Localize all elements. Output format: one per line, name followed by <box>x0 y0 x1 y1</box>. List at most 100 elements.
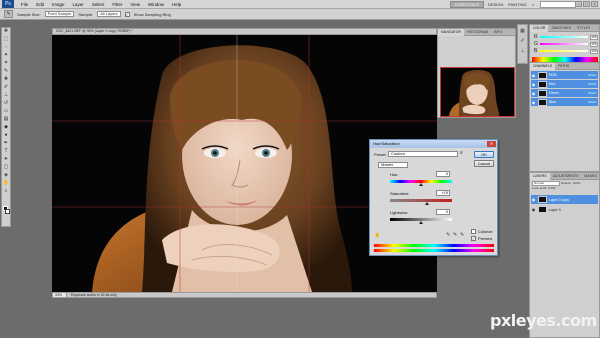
blue-value[interactable]: 255 <box>590 48 598 54</box>
document-tab[interactable]: DSC_4621.NEF @ 33% (Layer 0 copy, RGB/8*… <box>52 28 437 35</box>
history-brush-icon[interactable]: ↺ <box>2 100 10 107</box>
tab-navigator[interactable]: NAVIGATOR <box>438 28 465 36</box>
menu-file[interactable]: File <box>17 0 32 9</box>
eyedropper-tool-icon[interactable]: ✎ <box>4 10 13 18</box>
red-value[interactable]: 255 <box>590 34 598 40</box>
show-sampling-ring-checkbox[interactable]: ✓ <box>124 11 130 17</box>
brush-presets-icon[interactable]: ✐ <box>518 37 527 45</box>
dodge-tool-icon[interactable]: ● <box>2 132 10 139</box>
histogram-icon[interactable]: ▦ <box>518 27 527 35</box>
tab-channels[interactable]: CHANNELS <box>530 62 556 70</box>
saturation-slider[interactable] <box>390 199 452 202</box>
tab-masks[interactable]: MASKS <box>581 173 599 180</box>
eyedropper-icon[interactable]: ✎ <box>446 232 450 238</box>
eraser-tool-icon[interactable]: ▭ <box>2 108 10 115</box>
menu-view[interactable]: View <box>126 0 144 9</box>
opacity-value[interactable]: 100% <box>573 181 581 185</box>
hand-tool-icon[interactable]: ✋ <box>2 180 10 187</box>
move-tool-icon[interactable]: ✥ <box>2 28 10 35</box>
tab-adjustments[interactable]: ADJUSTMENTS <box>550 173 582 180</box>
crop-tool-icon[interactable]: ⌗ <box>2 60 10 67</box>
clone-source-icon[interactable]: ⊥ <box>518 47 527 55</box>
channel-row-green[interactable]: ◉ Green Ctrl+4 <box>531 89 598 97</box>
saturation-slider-knob[interactable] <box>425 202 429 205</box>
targeted-adjustment-icon[interactable]: ☝ <box>374 232 380 238</box>
preset-options-icon[interactable]: ≡ <box>460 150 463 156</box>
3d-tool-icon[interactable]: ◈ <box>2 172 10 179</box>
close-icon[interactable]: ✕ <box>487 141 496 147</box>
menu-edit[interactable]: Edit <box>32 0 48 9</box>
blue-slider[interactable] <box>539 50 588 52</box>
preset-select[interactable]: Custom <box>388 151 458 157</box>
zoom-level[interactable]: 33% <box>53 293 67 297</box>
cancel-button[interactable]: Cancel <box>474 160 494 167</box>
workspace-more[interactable]: » <box>532 0 534 9</box>
menu-help[interactable]: Help <box>168 0 185 9</box>
channel-row-rgb[interactable]: ◉ RGB Ctrl+2 <box>531 71 598 79</box>
sample-size-select[interactable]: Point Sample <box>44 11 75 17</box>
workspace-design[interactable]: DESIGN <box>488 0 503 9</box>
hue-slider-knob[interactable] <box>419 183 423 186</box>
eyedropper-icon[interactable]: ✎ <box>2 68 10 75</box>
red-slider[interactable] <box>539 36 588 38</box>
channel-select[interactable]: Master <box>378 162 408 168</box>
zoom-tool-icon[interactable]: ⌕ <box>2 188 10 195</box>
tab-styles[interactable]: STYLES <box>574 25 593 32</box>
marquee-tool-icon[interactable]: ⬚ <box>2 36 10 43</box>
layer-name[interactable]: Layer 0 <box>549 208 598 212</box>
brush-tool-icon[interactable]: ✐ <box>2 84 10 91</box>
dialog-title-bar[interactable]: Hue/Saturation ✕ <box>370 140 497 148</box>
path-select-icon[interactable]: ➤ <box>2 156 10 163</box>
layer-name[interactable]: Layer 0 copy <box>549 198 598 202</box>
fill-value[interactable]: 100% <box>548 186 556 190</box>
shape-tool-icon[interactable]: ▢ <box>2 164 10 171</box>
hue-input[interactable]: 0 <box>436 171 450 177</box>
minimize-button[interactable]: – <box>575 1 582 7</box>
eyedropper-minus-icon[interactable]: ✎ <box>460 232 464 238</box>
preview-checkbox[interactable]: ✓ <box>471 236 476 241</box>
menu-image[interactable]: Image <box>48 0 69 9</box>
eye-icon[interactable]: ◉ <box>531 82 536 87</box>
layer-row-layer-0[interactable]: ◉ Layer 0 <box>531 205 598 214</box>
menu-filter[interactable]: Filter <box>108 0 126 9</box>
menu-select[interactable]: Select <box>88 0 109 9</box>
lightness-input[interactable]: 0 <box>436 209 450 215</box>
lasso-tool-icon[interactable]: ◌ <box>2 44 10 51</box>
layer-row-layer-0-copy[interactable]: ◉ Layer 0 copy <box>531 195 598 204</box>
eye-icon[interactable]: ◉ <box>531 100 536 105</box>
menu-window[interactable]: Window <box>144 0 168 9</box>
eyedropper-plus-icon[interactable]: ✎ <box>453 232 457 238</box>
tab-histogram[interactable]: HISTOGRAM <box>464 29 491 36</box>
navigator-thumbnail[interactable] <box>440 67 515 117</box>
clone-stamp-icon[interactable]: ⊥ <box>2 92 10 99</box>
healing-brush-icon[interactable]: ✚ <box>2 76 10 83</box>
cs-live-search[interactable] <box>540 1 576 8</box>
colorize-checkbox[interactable] <box>471 229 476 234</box>
tab-info[interactable]: INFO <box>491 29 505 36</box>
menu-layer[interactable]: Layer <box>69 0 88 9</box>
pen-tool-icon[interactable]: ✒ <box>2 140 10 147</box>
tab-swatches[interactable]: SWATCHES <box>548 25 573 32</box>
tab-paths[interactable]: PATHS <box>555 63 572 70</box>
eye-icon[interactable]: ◉ <box>531 197 536 202</box>
eye-icon[interactable]: ◉ <box>531 91 536 96</box>
eye-icon[interactable]: ◉ <box>531 73 536 78</box>
eye-icon[interactable]: ◉ <box>531 207 536 212</box>
quick-select-tool-icon[interactable]: ✦ <box>2 52 10 59</box>
ok-button[interactable]: OK <box>474 151 494 158</box>
channel-row-blue[interactable]: ◉ Blue Ctrl+5 <box>531 98 598 106</box>
background-color-swatch[interactable] <box>5 209 10 214</box>
tab-color[interactable]: COLOR <box>530 24 549 32</box>
maximize-button[interactable]: □ <box>583 1 590 7</box>
green-slider[interactable] <box>539 43 588 45</box>
workspace-essentials-button[interactable]: ESSENTIALS <box>450 1 484 8</box>
tab-layers[interactable]: LAYERS <box>530 172 550 180</box>
saturation-input[interactable]: +19 <box>436 190 450 196</box>
gradient-tool-icon[interactable]: ▤ <box>2 116 10 123</box>
lightness-slider-knob[interactable] <box>419 221 423 224</box>
green-value[interactable]: 255 <box>590 41 598 47</box>
workspace-painting[interactable]: PAINTING <box>508 0 527 9</box>
channel-row-red[interactable]: ◉ Red Ctrl+3 <box>531 80 598 88</box>
blur-tool-icon[interactable]: ◆ <box>2 124 10 131</box>
type-tool-icon[interactable]: T <box>2 148 10 155</box>
